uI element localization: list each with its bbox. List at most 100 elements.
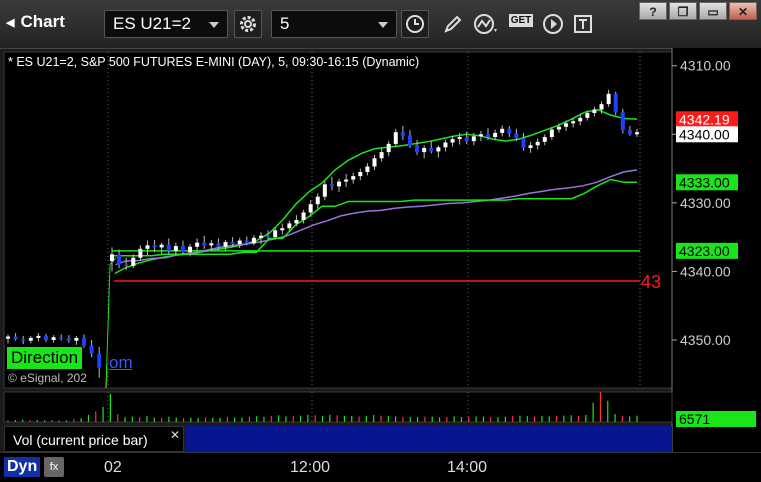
candle-body [415, 145, 420, 153]
candle-body [6, 336, 10, 339]
candle-body [599, 104, 604, 110]
get-data-button[interactable]: GET [506, 10, 536, 38]
candle-body [202, 242, 207, 246]
candle-body [564, 123, 569, 127]
candle-body [386, 143, 391, 153]
candle-body [358, 172, 363, 177]
studies-button[interactable] [473, 10, 499, 38]
chart-title: Chart [20, 12, 65, 31]
candle-body [436, 147, 441, 152]
candle-body [450, 139, 455, 143]
candle-body [195, 242, 200, 247]
candle-body [620, 112, 625, 131]
maximize-button[interactable]: ▭ [699, 2, 727, 20]
candle-body [110, 254, 114, 262]
y-tick-label: 4330.00 [680, 195, 731, 211]
candle-body [613, 93, 618, 113]
volume-label-text: Vol (current price bar) [13, 432, 148, 448]
text-tool-button[interactable] [570, 10, 596, 38]
symbol-value: ES U21=2 [113, 14, 191, 33]
candle-body [535, 141, 540, 146]
volume-close-button[interactable]: ✕ [170, 428, 180, 442]
candle-body [542, 137, 547, 142]
fx-icon[interactable]: fx [44, 457, 64, 477]
candle-body [36, 335, 41, 338]
interval-field[interactable]: 5 [271, 10, 397, 38]
volume-tag-label: 6571 [679, 411, 710, 427]
candle-body [180, 246, 185, 253]
candle-body [507, 128, 512, 134]
candle-body [280, 228, 285, 231]
chevron-down-icon[interactable] [209, 22, 219, 28]
y-tick-label: 4310.00 [680, 58, 731, 74]
close-button[interactable]: ✕ [729, 2, 757, 20]
settings-gear-button[interactable] [234, 10, 262, 38]
candle-body [287, 223, 292, 229]
candle-body [89, 345, 94, 354]
price-tag-label: 4342.19 [679, 111, 730, 127]
candle-body [379, 152, 384, 159]
play-button[interactable] [540, 10, 566, 38]
candle-body [606, 93, 611, 105]
candle-body [301, 212, 306, 220]
candle-body [251, 237, 256, 244]
candle-body [528, 145, 533, 148]
candle-body [478, 134, 483, 137]
candle-body [166, 244, 171, 251]
candle-body [464, 137, 469, 142]
candle-body [117, 254, 122, 265]
symbol-field[interactable]: ES U21=2 [104, 10, 228, 38]
candle-body [188, 246, 193, 253]
candle-body [308, 204, 313, 213]
direction-link[interactable]: om [109, 353, 133, 373]
candle-body [59, 337, 64, 339]
candle-body [21, 339, 26, 341]
y-tick-label: 4350.00 [680, 332, 731, 348]
candle-body [216, 243, 221, 247]
candle-body [372, 158, 377, 167]
candle-body [407, 135, 412, 146]
time-label: 14:00 [447, 459, 488, 476]
window-controls: ? ❐ ▭ ✕ [639, 2, 757, 20]
chart-legend: * ES U21=2, S&P 500 FUTURES E-MINI (DAY)… [8, 55, 420, 69]
draw-tool-button[interactable] [440, 10, 466, 38]
candle-body [443, 142, 448, 148]
candle-body [131, 257, 136, 266]
volume-study-label[interactable]: Vol (current price bar) [4, 426, 184, 452]
candle-body [393, 132, 398, 144]
candle-body [74, 337, 79, 341]
help-button[interactable]: ? [639, 2, 667, 20]
clock-icon [406, 15, 424, 33]
candle-body [138, 248, 143, 258]
menu-arrow-icon[interactable]: ◀ [6, 16, 14, 29]
chevron-down-icon[interactable] [378, 22, 388, 28]
dynamic-button[interactable]: Dyn [4, 457, 41, 477]
close-icon: ✕ [737, 5, 749, 19]
candle-body [351, 176, 356, 180]
candle-body [66, 338, 71, 341]
candle-body [635, 132, 639, 135]
text-icon [574, 15, 592, 33]
restore-button[interactable]: ❐ [669, 2, 697, 20]
candle-body [556, 126, 561, 130]
volume-background [3, 391, 673, 423]
candle-body [578, 117, 583, 122]
play-icon [543, 14, 563, 34]
chart-area[interactable]: 4350.004340.004330.004320.004310.0043434… [0, 48, 761, 481]
candle-body [422, 148, 427, 153]
title-bar: ◀ Chart ES U21=2 5 GET ? ❐ ▭ ✕ [0, 0, 761, 49]
candle-body [294, 220, 299, 224]
get-icon: GET [508, 14, 534, 27]
plot-background [3, 51, 673, 389]
candle-body [28, 337, 33, 341]
candle-body [429, 148, 434, 152]
time-label: 12:00 [290, 459, 331, 476]
candle-body [521, 138, 526, 148]
copyright-text: © eSignal, 202 [8, 371, 87, 385]
candle-body [400, 132, 405, 136]
candle-body [97, 353, 102, 368]
app-title: ◀ Chart [6, 12, 65, 32]
price-chart[interactable]: 4350.004340.004330.004320.004310.0043434… [0, 48, 761, 481]
clock-button[interactable] [401, 10, 429, 38]
price-tag-label: 4333.00 [679, 174, 730, 190]
